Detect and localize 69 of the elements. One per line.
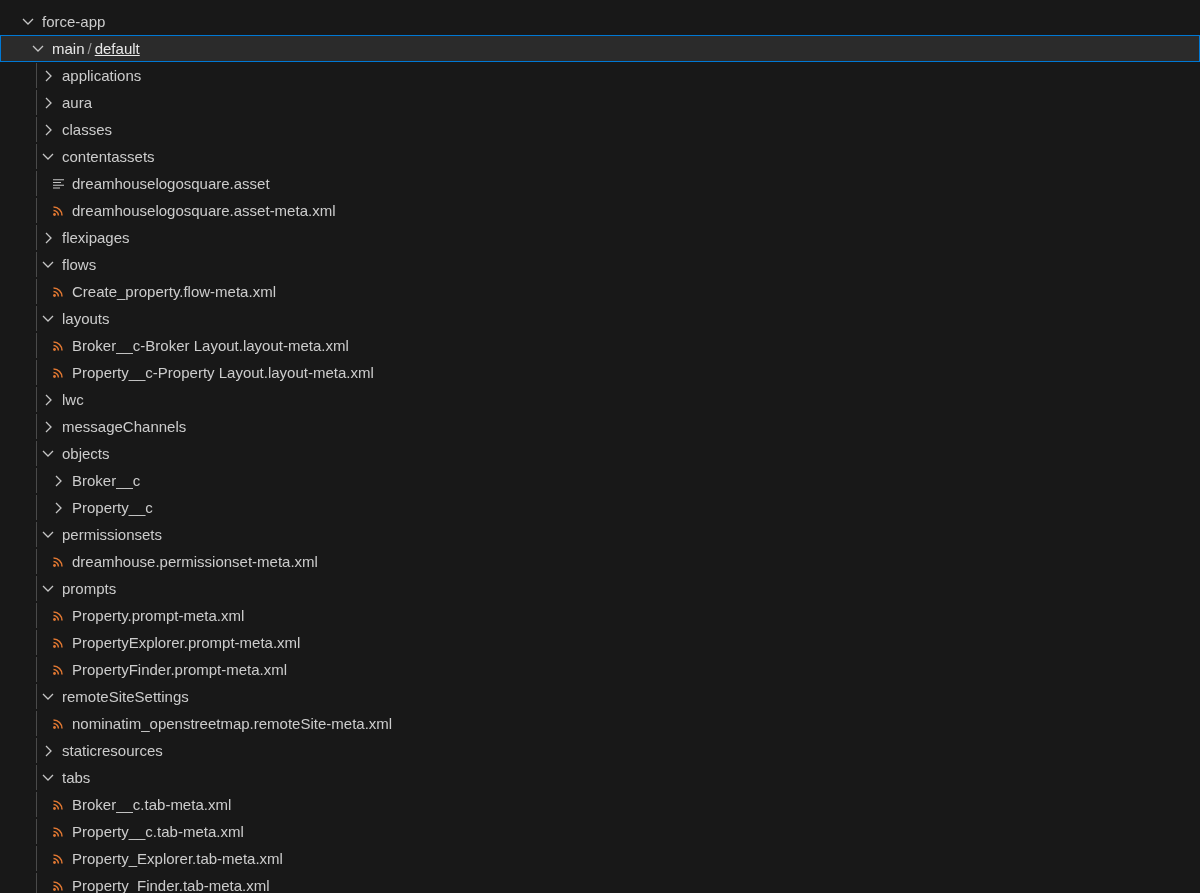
folder-name: permissionsets xyxy=(62,526,163,543)
file-name: PropertyExplorer.prompt-meta.xml xyxy=(72,634,301,651)
chevron-down-icon[interactable] xyxy=(22,18,34,25)
rss-icon xyxy=(53,799,63,810)
file-name: Property_Explorer.tab-meta.xml xyxy=(72,850,283,867)
file-name: Create_property.flow-meta.xml xyxy=(72,283,276,300)
folder-name: classes xyxy=(62,121,113,138)
rss-icon xyxy=(53,664,63,675)
folder-name: tabs xyxy=(62,769,91,786)
rss-icon xyxy=(53,205,63,216)
rss-icon xyxy=(53,367,63,378)
file-name: nominatim_openstreetmap.remoteSite-meta.xml xyxy=(72,715,393,732)
chevron-right-icon[interactable] xyxy=(44,69,52,82)
path-separator: / xyxy=(87,40,92,57)
chevron-down-icon[interactable] xyxy=(42,585,54,592)
chevron-down-icon[interactable] xyxy=(42,450,54,457)
chevron-right-icon[interactable] xyxy=(44,231,52,244)
file-name: Property.prompt-meta.xml xyxy=(72,607,245,624)
rss-icon xyxy=(53,610,63,621)
file-name: Broker__c-Broker Layout.layout-meta.xml xyxy=(72,337,349,354)
folder-name: flows xyxy=(62,256,97,273)
rss-icon xyxy=(53,556,63,567)
chevron-right-icon[interactable] xyxy=(44,123,52,136)
folder-name: objects xyxy=(62,445,110,462)
folder-name: Broker__c xyxy=(72,472,141,489)
rss-icon xyxy=(53,340,63,351)
folder-row[interactable]: force-app xyxy=(0,8,1200,35)
chevron-right-icon[interactable] xyxy=(44,744,52,757)
folder-name: applications xyxy=(62,67,142,84)
file-name: dreamhouselogosquare.asset xyxy=(72,175,270,192)
folder-name: remoteSiteSettings xyxy=(62,688,189,705)
folder-name: aura xyxy=(62,94,93,111)
rss-icon xyxy=(53,880,63,891)
chevron-down-icon[interactable] xyxy=(42,153,54,160)
chevron-down-icon[interactable] xyxy=(32,45,44,52)
folder-name: contentassets xyxy=(62,148,155,165)
rss-icon xyxy=(53,637,63,648)
folder-name: Property__c xyxy=(72,499,153,516)
folder-row[interactable]: main / default xyxy=(0,35,1200,62)
folder-name: flexipages xyxy=(62,229,130,246)
rss-icon xyxy=(53,286,63,297)
folder-name: messageChannels xyxy=(62,418,187,435)
chevron-down-icon[interactable] xyxy=(42,531,54,538)
file-name: dreamhouselogosquare.asset-meta.xml xyxy=(72,202,336,219)
file-name: Broker__c.tab-meta.xml xyxy=(72,796,232,813)
rss-icon xyxy=(53,853,63,864)
folder-name: force-app xyxy=(42,13,106,30)
rss-icon xyxy=(53,718,63,729)
chevron-down-icon[interactable] xyxy=(42,693,54,700)
folder-name: prompts xyxy=(62,580,117,597)
rss-icon xyxy=(53,826,63,837)
folder-name: lwc xyxy=(62,391,84,408)
folder-name: default xyxy=(94,40,140,57)
chevron-right-icon[interactable] xyxy=(54,474,62,487)
file-name: Property__c.tab-meta.xml xyxy=(72,823,244,840)
chevron-right-icon[interactable] xyxy=(44,96,52,109)
folder-name: layouts xyxy=(62,310,110,327)
chevron-right-icon[interactable] xyxy=(54,501,62,514)
file-name: dreamhouse.permissionset-meta.xml xyxy=(72,553,318,570)
lines-icon xyxy=(52,178,64,189)
chevron-right-icon[interactable] xyxy=(44,393,52,406)
file-name: PropertyFinder.prompt-meta.xml xyxy=(72,661,288,678)
chevron-down-icon[interactable] xyxy=(42,774,54,781)
folder-name: main xyxy=(52,40,85,57)
chevron-down-icon[interactable] xyxy=(42,315,54,322)
chevron-right-icon[interactable] xyxy=(44,420,52,433)
chevron-down-icon[interactable] xyxy=(42,261,54,268)
file-name: Property__c-Property Layout.layout-meta.xml xyxy=(72,364,374,381)
folder-name: staticresources xyxy=(62,742,163,759)
